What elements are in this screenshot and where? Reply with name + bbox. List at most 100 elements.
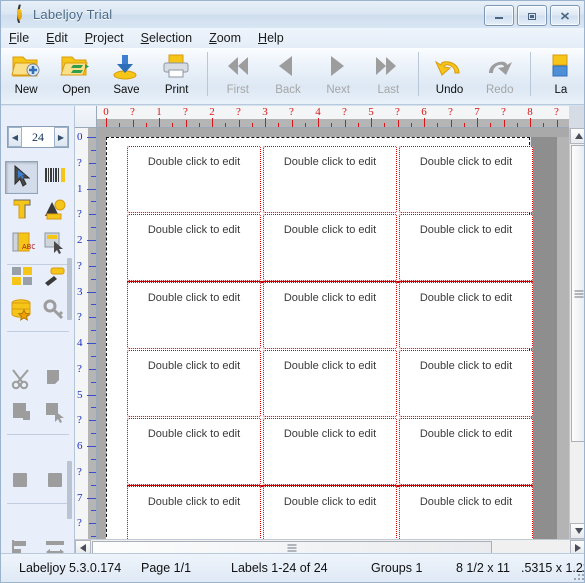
page-sheet[interactable]: Double click to edit Double click to edit… (106, 137, 533, 539)
label-placeholder-text: Double click to edit (147, 156, 241, 168)
right-arrow-icon[interactable]: ▶ (54, 127, 68, 147)
paint-roller-icon (42, 263, 68, 292)
label-placeholder-text: Double click to edit (283, 292, 377, 304)
vertical-scrollbar[interactable] (569, 128, 584, 539)
minimize-button[interactable] (484, 5, 514, 26)
barcode-icon (42, 163, 68, 192)
vruler-label: 4 (77, 337, 83, 349)
scroll-down-button[interactable] (570, 523, 584, 539)
label-cell[interactable]: Double click to edit (263, 486, 397, 539)
toolbar-button-save[interactable]: Save (101, 48, 151, 103)
label-cell[interactable]: Double click to edit (399, 486, 533, 539)
hruler-label: 2 (209, 106, 215, 118)
menu-label-text: dit (54, 31, 68, 45)
hruler-label: ? (236, 106, 241, 118)
select-tool[interactable] (5, 161, 38, 194)
vertical-scroll-thumb[interactable] (571, 145, 584, 442)
label-cell[interactable]: Double click to edit (399, 214, 533, 281)
hruler-label: ? (342, 106, 347, 118)
toolbar-button-open[interactable]: Open (51, 48, 101, 103)
hruler-tick (424, 118, 425, 127)
menu-mnemonic: E (46, 31, 55, 45)
menu-item-edit[interactable]: Edit (46, 29, 77, 47)
tool-group-0: ABC (5, 161, 71, 260)
label-cell[interactable]: Double click to edit (263, 418, 397, 485)
label-cell[interactable]: Double click to edit (263, 214, 397, 281)
hruler-tick (238, 120, 240, 127)
menu-item-project[interactable]: Project (85, 29, 133, 47)
pick-object-icon (42, 229, 68, 258)
vruler-minor-tick (91, 458, 96, 460)
toolbar-button-la[interactable]: La (536, 48, 584, 103)
scroll-right-button[interactable] (570, 540, 584, 554)
scroll-left-button[interactable] (75, 540, 91, 554)
hruler-minor-tick (278, 123, 280, 127)
scroll-up-button[interactable] (570, 128, 584, 144)
toolbar-button-print[interactable]: Print (152, 48, 202, 103)
vruler-tick (89, 420, 96, 422)
label-cell[interactable]: Double click to edit (399, 282, 533, 349)
hruler-tick (318, 118, 319, 127)
main-toolbar: New Open Save Print First Back Next Last U… (1, 48, 584, 105)
menu-bar: File Edit Project Selection Zoom Help (1, 28, 584, 48)
hruler-label: 6 (421, 106, 427, 118)
new-document-icon (9, 51, 43, 83)
menu-item-file[interactable]: File (9, 29, 38, 47)
label-cell[interactable]: Double click to edit (263, 282, 397, 349)
label-cell[interactable]: Double click to edit (263, 146, 397, 213)
shape-tool[interactable] (38, 194, 71, 227)
tool-panel-scroll-indicator-0[interactable] (67, 258, 72, 320)
toolbar-separator (206, 52, 208, 96)
label-cell[interactable]: Double click to edit (127, 350, 261, 417)
image-tool[interactable] (5, 261, 38, 294)
rich-text-tool[interactable]: ABC (5, 227, 38, 260)
vruler-tick (89, 214, 96, 216)
sheet-margin-left (97, 128, 106, 539)
vruler-tick (89, 471, 96, 473)
label-cell[interactable]: Double click to edit (399, 418, 533, 485)
menu-item-zoom[interactable]: Zoom (209, 29, 250, 47)
label-cell[interactable]: Double click to edit (127, 214, 261, 281)
toolbar-button-last: Last (363, 48, 413, 103)
hruler-label: 8 (527, 106, 533, 118)
label-cell[interactable]: Double click to edit (127, 418, 261, 485)
send-back-icon (42, 468, 68, 497)
maximize-button[interactable] (517, 5, 547, 26)
label-count-spinner[interactable]: ◀ 24 ▶ (7, 126, 69, 148)
text-tool[interactable] (5, 194, 38, 227)
vruler-label: ? (77, 517, 82, 530)
barcode-tool[interactable] (38, 161, 71, 194)
hruler-label: ? (183, 106, 188, 118)
left-arrow-icon[interactable]: ◀ (8, 127, 22, 147)
vruler-tick (89, 265, 96, 267)
label-cell[interactable]: Double click to edit (127, 486, 261, 539)
vruler-label: ? (77, 208, 82, 221)
hruler-label: 3 (262, 106, 268, 118)
database-tool[interactable] (5, 294, 38, 327)
label-placeholder-text: Double click to edit (147, 224, 241, 236)
menu-item-selection[interactable]: Selection (141, 29, 201, 47)
label-cell[interactable]: Double click to edit (127, 146, 261, 213)
vruler-tick (87, 497, 96, 499)
scissors-icon (9, 366, 35, 395)
tool-panel-scroll-indicator-1[interactable] (67, 461, 72, 519)
vruler-minor-tick (91, 536, 96, 538)
hruler-minor-tick (251, 123, 253, 127)
close-button[interactable] (550, 5, 580, 26)
first-arrow-icon (221, 51, 255, 83)
printer-icon (160, 51, 194, 83)
horizontal-scrollbar[interactable] (75, 539, 584, 554)
toolbar-button-new[interactable]: New (1, 48, 51, 103)
hruler-minor-tick (198, 123, 200, 127)
label-cell[interactable]: Double click to edit (399, 146, 533, 213)
window-controls (484, 5, 580, 26)
hruler-label: ? (501, 106, 506, 118)
pick-object-tool[interactable] (38, 227, 71, 260)
menu-item-help[interactable]: Help (258, 29, 293, 47)
label-cell[interactable]: Double click to edit (263, 350, 397, 417)
toolbar-button-undo[interactable]: Undo (424, 48, 474, 103)
vruler-tick (89, 317, 96, 319)
label-cell[interactable]: Double click to edit (127, 282, 261, 349)
vruler-minor-tick (91, 433, 96, 435)
label-cell[interactable]: Double click to edit (399, 350, 533, 417)
